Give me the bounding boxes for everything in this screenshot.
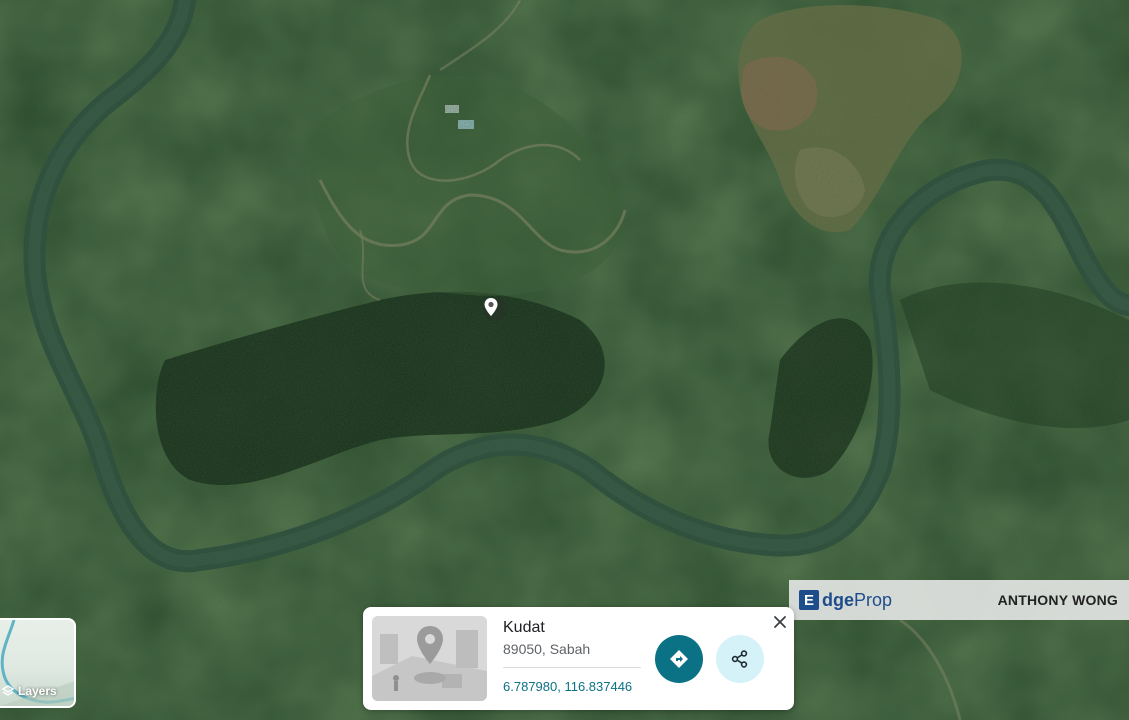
card-divider [503,667,641,668]
place-thumbnail [372,616,487,701]
close-button[interactable] [769,611,791,633]
place-address: 89050, Sabah [503,641,591,657]
layers-label: Layers [18,684,57,698]
layers-label-group: Layers [2,684,57,698]
edgeprop-logo: E dgeProp [799,590,892,611]
close-icon [774,616,786,628]
place-coordinates[interactable]: 6.787980, 116.837446 [503,679,632,694]
agent-name: ANTHONY WONG [997,592,1118,608]
layers-icon [2,685,14,696]
location-pin-icon[interactable] [483,297,507,321]
share-button[interactable] [716,635,764,683]
directions-button[interactable] [655,635,703,683]
edgeprop-logo-mark: E [799,590,819,610]
edgeprop-watermark: E dgeProp ANTHONY WONG [789,580,1129,620]
place-name: Kudat [503,619,545,636]
edgeprop-logo-edge: dge [822,589,855,610]
place-info-card: Kudat 89050, Sabah 6.787980, 116.837446 [363,607,794,710]
edgeprop-logo-prop: Prop [854,589,893,610]
share-icon [731,650,748,668]
directions-icon [670,650,688,668]
layers-button[interactable]: Layers [0,618,76,708]
